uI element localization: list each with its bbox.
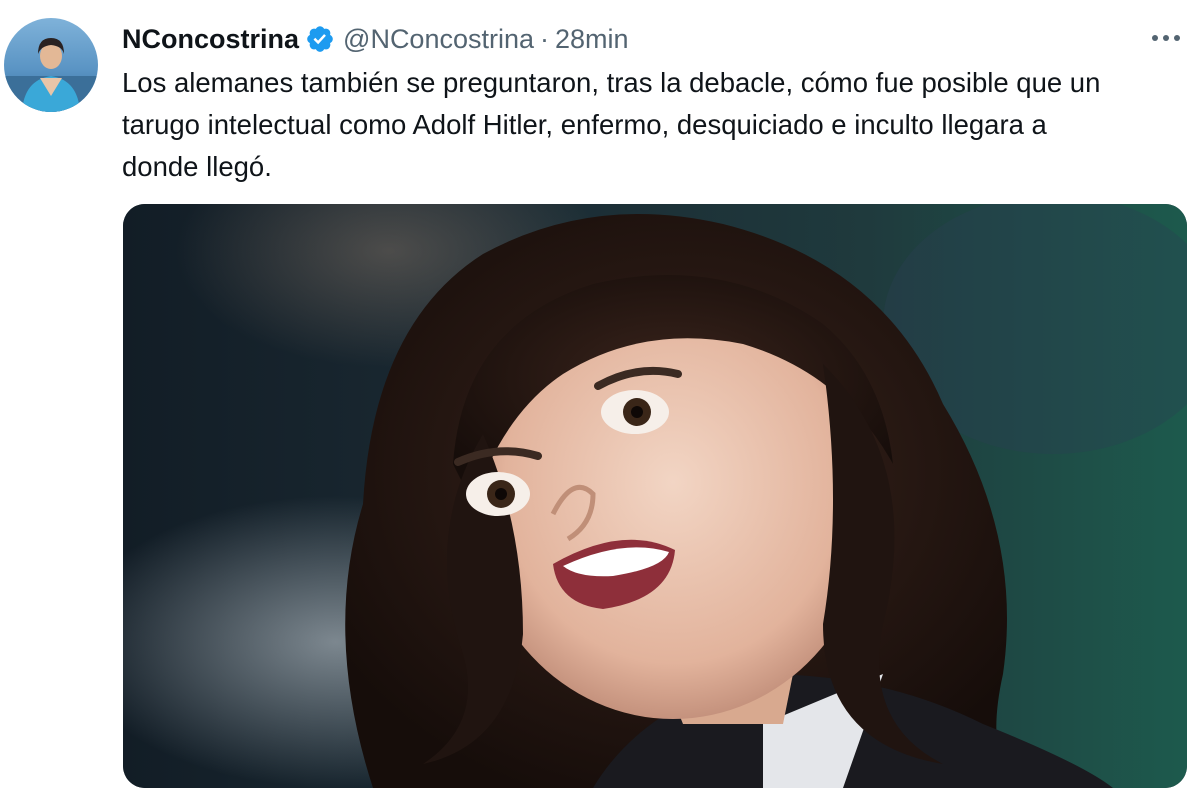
tweet-text-line: donde llegó. — [122, 151, 272, 182]
tweet-header: NConcostrina @NConcostrina · 28min — [122, 22, 629, 56]
tweet-timestamp[interactable]: 28min — [555, 24, 629, 55]
avatar-photo — [4, 18, 98, 112]
verified-badge-icon — [305, 24, 335, 54]
header-separator: · — [540, 23, 550, 54]
tweet-card: NConcostrina @NConcostrina · 28min Los a… — [0, 0, 1200, 796]
tweet-text-line: tarugo intelectual como Adolf Hitler, en… — [122, 109, 1047, 140]
author-display-name[interactable]: NConcostrina — [122, 24, 299, 55]
attached-photo — [123, 204, 1187, 788]
author-handle[interactable]: @NConcostrina — [343, 24, 534, 55]
tweet-text-line: Los alemanes también se preguntaron, tra… — [122, 67, 1101, 98]
tweet-media-photo[interactable] — [123, 204, 1187, 788]
more-options-icon[interactable] — [1146, 24, 1186, 52]
tweet-text: Los alemanes también se preguntaron, tra… — [122, 62, 1182, 188]
author-avatar[interactable] — [4, 18, 98, 112]
